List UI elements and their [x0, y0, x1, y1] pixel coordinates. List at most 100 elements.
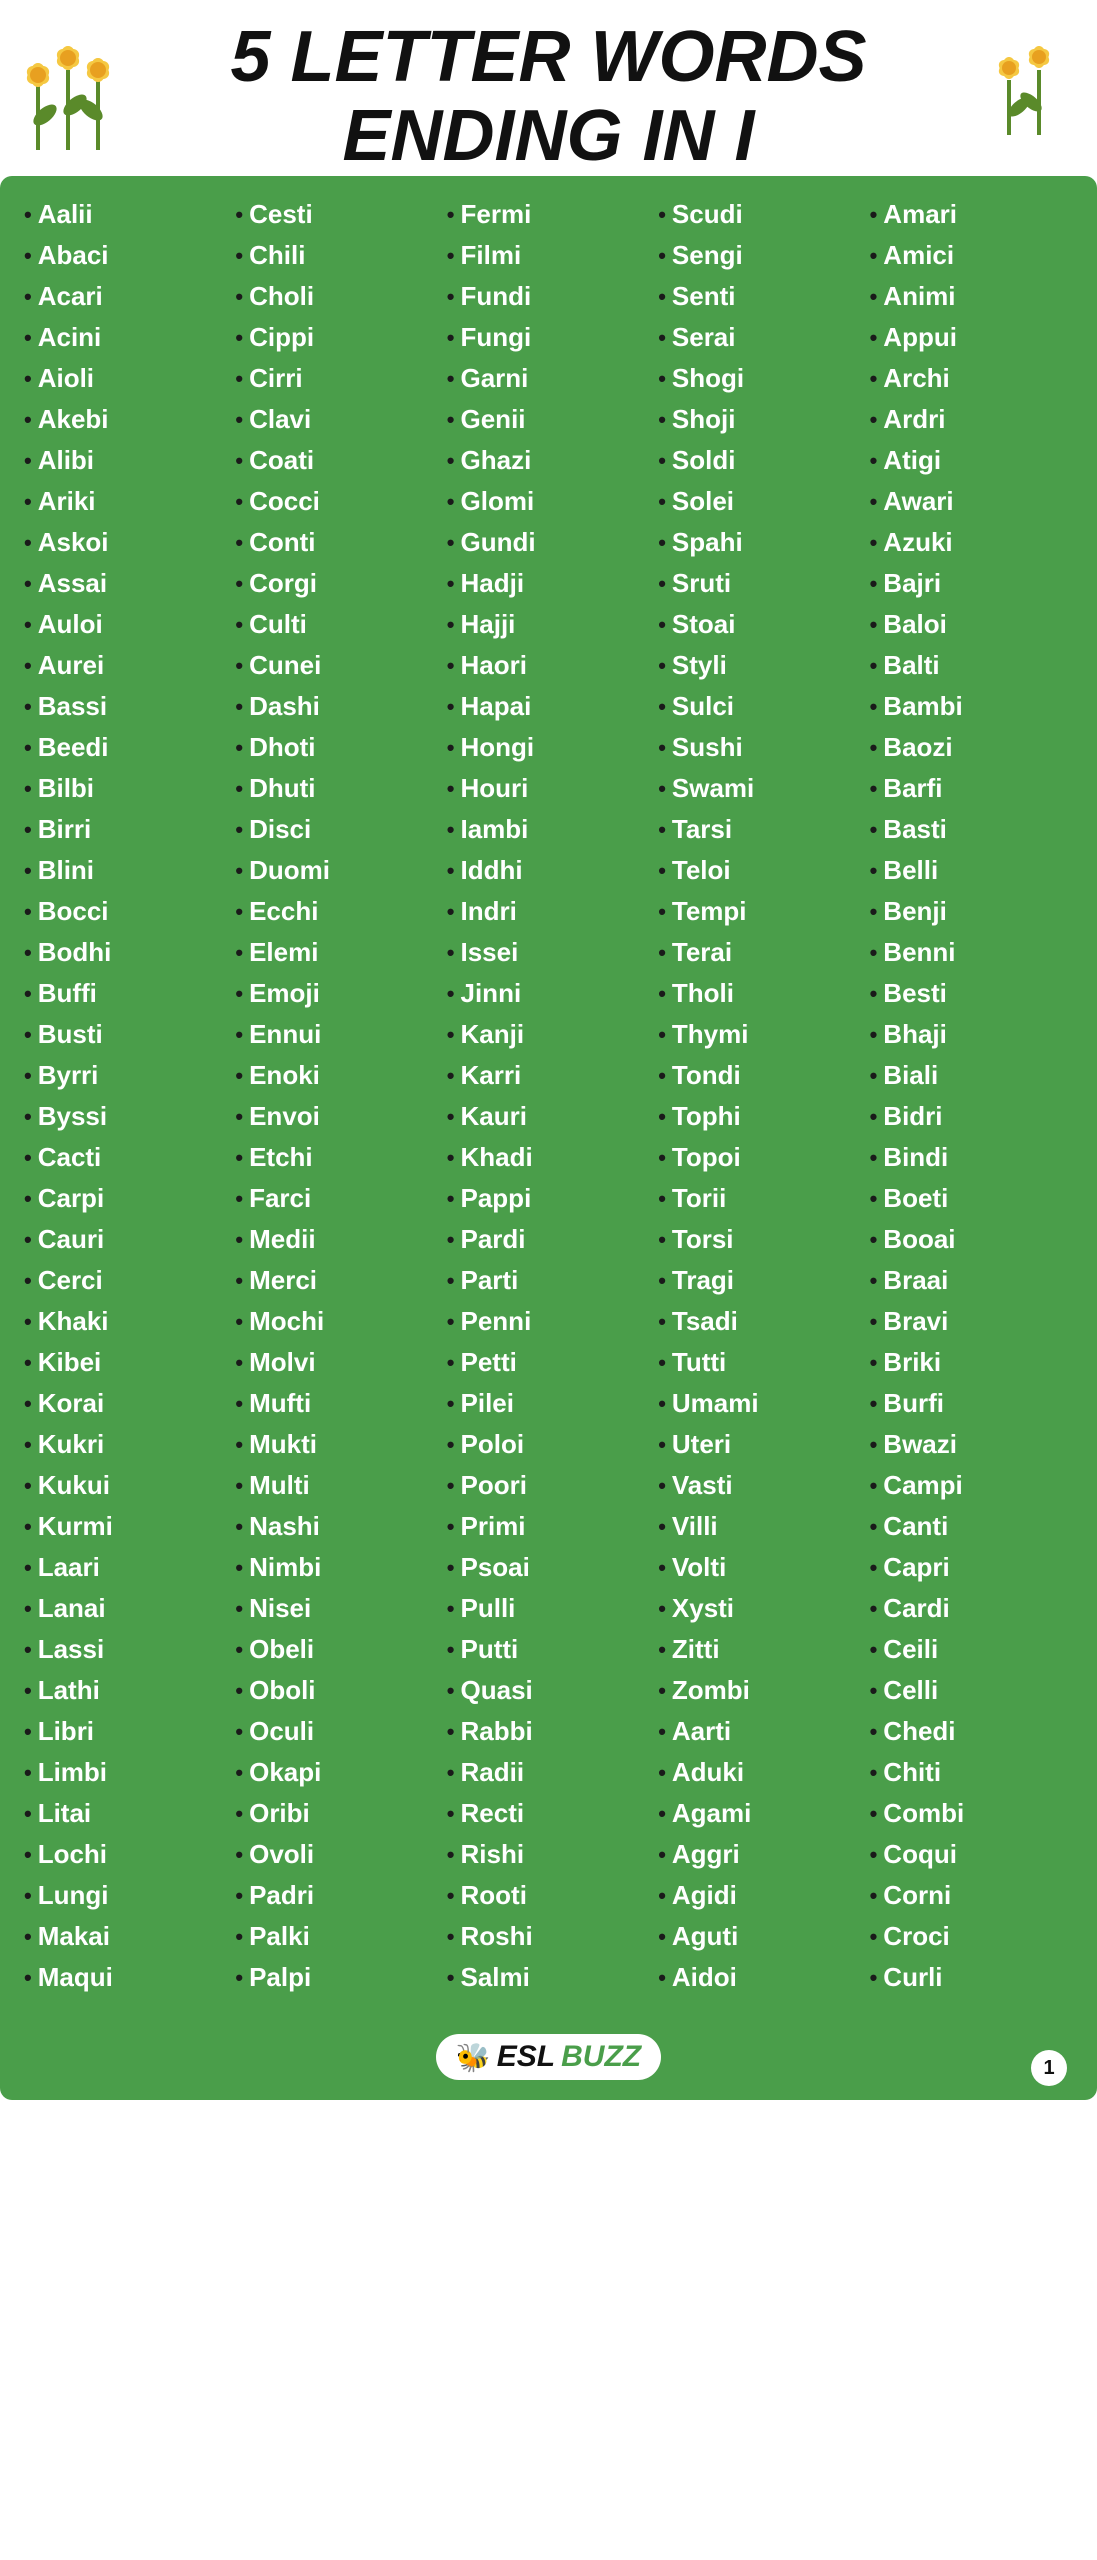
logo: 🐝 ESL BUZZ	[436, 2034, 661, 2080]
word-text: Aalii	[38, 199, 93, 230]
word-text: Indri	[461, 896, 517, 927]
word-item: •Aarti	[654, 1711, 865, 1752]
bullet: •	[24, 366, 32, 392]
bullet: •	[24, 1391, 32, 1417]
word-text: Radii	[461, 1757, 525, 1788]
word-item: •Topoi	[654, 1137, 865, 1178]
word-text: Clavi	[249, 404, 311, 435]
word-text: Molvi	[249, 1347, 315, 1378]
bullet: •	[870, 776, 878, 802]
bullet: •	[658, 694, 666, 720]
word-item: •Khaki	[20, 1301, 231, 1342]
word-item: •Thymi	[654, 1014, 865, 1055]
word-text: Cocci	[249, 486, 320, 517]
bullet: •	[447, 1965, 455, 1991]
word-text: Corni	[883, 1880, 951, 1911]
bullet: •	[447, 694, 455, 720]
word-text: Ariki	[38, 486, 96, 517]
word-text: Enoki	[249, 1060, 320, 1091]
bullet: •	[24, 448, 32, 474]
word-text: Aioli	[38, 363, 94, 394]
word-item: •Psoai	[443, 1547, 654, 1588]
bullet: •	[658, 407, 666, 433]
word-text: Bassi	[38, 691, 107, 722]
word-text: Parti	[461, 1265, 519, 1296]
bullet: •	[235, 1391, 243, 1417]
bullet: •	[235, 243, 243, 269]
word-text: Bilbi	[38, 773, 94, 804]
word-item: •Swami	[654, 768, 865, 809]
bullet: •	[447, 1309, 455, 1335]
bullet: •	[658, 1350, 666, 1376]
word-text: Thymi	[672, 1019, 749, 1050]
word-text: Bodhi	[38, 937, 112, 968]
word-item: •Ardri	[866, 399, 1077, 440]
bullet: •	[235, 1965, 243, 1991]
bullet: •	[658, 1678, 666, 1704]
word-text: Tragi	[672, 1265, 734, 1296]
word-item: •Barfi	[866, 768, 1077, 809]
word-item: •Tophi	[654, 1096, 865, 1137]
word-text: Amici	[883, 240, 954, 271]
word-text: Tondi	[672, 1060, 741, 1091]
word-text: Envoi	[249, 1101, 320, 1132]
word-item: •Kukri	[20, 1424, 231, 1465]
word-item: •Capri	[866, 1547, 1077, 1588]
word-item: •Bwazi	[866, 1424, 1077, 1465]
word-item: •Coati	[231, 440, 442, 481]
bullet: •	[658, 1924, 666, 1950]
bullet: •	[870, 1227, 878, 1253]
word-item: •Scudi	[654, 194, 865, 235]
bullet: •	[235, 202, 243, 228]
bullet: •	[658, 1637, 666, 1663]
bullet: •	[870, 612, 878, 638]
bullet: •	[658, 1801, 666, 1827]
word-item: •Cauri	[20, 1219, 231, 1260]
word-text: Terai	[672, 937, 732, 968]
word-text: Corgi	[249, 568, 317, 599]
word-text: Oculi	[249, 1716, 314, 1747]
word-text: Soldi	[672, 445, 736, 476]
bullet: •	[658, 899, 666, 925]
bullet: •	[658, 530, 666, 556]
word-text: Assai	[38, 568, 107, 599]
bullet: •	[870, 448, 878, 474]
bullet: •	[658, 817, 666, 843]
word-item: •Pulli	[443, 1588, 654, 1629]
bullet: •	[447, 489, 455, 515]
bullet: •	[24, 489, 32, 515]
bullet: •	[24, 1760, 32, 1786]
bullet: •	[447, 776, 455, 802]
bullet: •	[24, 1801, 32, 1827]
bullet: •	[24, 1719, 32, 1745]
bullet: •	[235, 489, 243, 515]
bullet: •	[870, 1965, 878, 1991]
word-item: •Azuki	[866, 522, 1077, 563]
word-text: Okapi	[249, 1757, 321, 1788]
word-text: Cippi	[249, 322, 314, 353]
bullet: •	[24, 1227, 32, 1253]
bullet: •	[658, 1104, 666, 1130]
word-item: •Tarsi	[654, 809, 865, 850]
bullet: •	[235, 1678, 243, 1704]
bullet: •	[235, 1719, 243, 1745]
word-text: Conti	[249, 527, 315, 558]
word-item: •Braai	[866, 1260, 1077, 1301]
bullet: •	[447, 858, 455, 884]
word-item: •Hajji	[443, 604, 654, 645]
word-item: •Campi	[866, 1465, 1077, 1506]
word-text: Duomi	[249, 855, 330, 886]
word-text: Acari	[38, 281, 103, 312]
word-item: •Libri	[20, 1711, 231, 1752]
word-item: •Glomi	[443, 481, 654, 522]
word-item: •Cippi	[231, 317, 442, 358]
word-text: Torsi	[672, 1224, 734, 1255]
word-text: Kurmi	[38, 1511, 113, 1542]
word-item: •Cunei	[231, 645, 442, 686]
bullet: •	[447, 1883, 455, 1909]
word-text: Byssi	[38, 1101, 107, 1132]
word-item: •Tondi	[654, 1055, 865, 1096]
bullet: •	[235, 1227, 243, 1253]
word-item: •Carpi	[20, 1178, 231, 1219]
bullet: •	[24, 776, 32, 802]
